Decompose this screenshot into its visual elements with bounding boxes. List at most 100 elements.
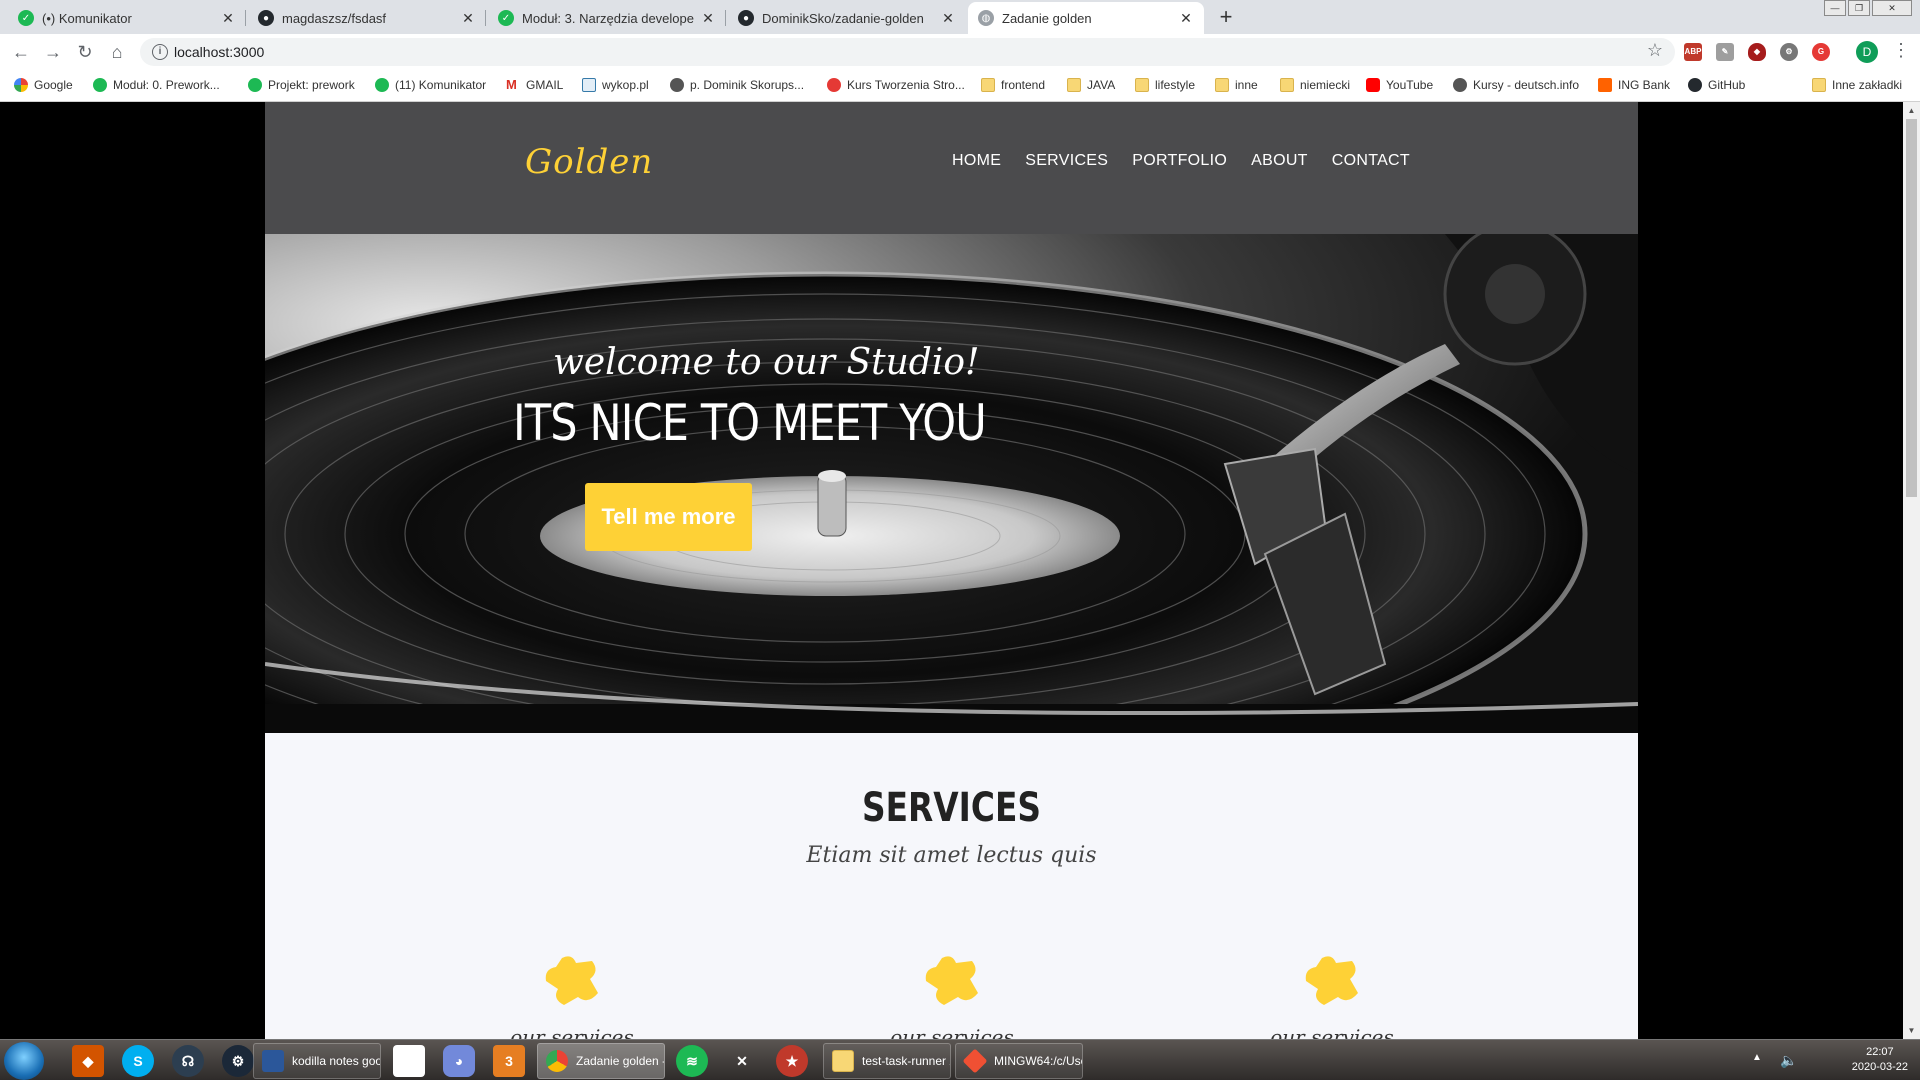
avatar[interactable]: D <box>1856 41 1878 63</box>
discord-icon[interactable]: ◕ <box>443 1045 475 1077</box>
adblock-icon[interactable]: ABP <box>1684 43 1702 61</box>
logo[interactable]: Golden <box>525 142 653 182</box>
address-bar[interactable]: i localhost:3000 ☆ <box>140 38 1675 66</box>
service-item: our services <box>1242 953 1422 1039</box>
steam-icon[interactable]: ⚙ <box>222 1045 254 1077</box>
services-title: SERVICES <box>862 785 1041 831</box>
show-hidden-icons-icon[interactable]: ▲ <box>1752 1052 1762 1063</box>
bookmark-komunikator[interactable]: (11) Komunikator <box>375 78 486 92</box>
forward-button[interactable]: → <box>42 41 64 63</box>
word-icon <box>262 1050 284 1072</box>
nav-contact[interactable]: CONTACT <box>1332 152 1410 170</box>
nav-home[interactable]: HOME <box>952 152 1001 170</box>
bookmark-folder-lifestyle[interactable]: lifestyle <box>1135 78 1195 92</box>
globe-icon <box>1453 78 1467 92</box>
gear-icon[interactable]: ⚙ <box>1780 43 1798 61</box>
tab-title: (•) Komunikator <box>42 10 132 26</box>
reload-button[interactable]: ↻ <box>74 41 96 63</box>
tab-komunikator[interactable]: ✓ (•) Komunikator ✕ <box>8 2 246 34</box>
tab-zadanie-golden[interactable]: ◍ Zadanie golden ✕ <box>968 2 1204 34</box>
green-circle-icon <box>93 78 107 92</box>
nav-portfolio[interactable]: PORTFOLIO <box>1132 152 1227 170</box>
app-icon[interactable]: 3 <box>493 1045 525 1077</box>
folder-icon <box>981 78 995 92</box>
nav-services[interactable]: SERVICES <box>1025 152 1108 170</box>
scroll-down-icon[interactable]: ▼ <box>1903 1022 1920 1039</box>
scrollbar-thumb[interactable] <box>1906 119 1917 497</box>
taskbar-item-word[interactable]: kodilla notes goo... <box>253 1043 381 1079</box>
bookmark-folder-java[interactable]: JAVA <box>1067 78 1115 92</box>
minimize-button[interactable]: — <box>1824 0 1846 16</box>
scroll-up-icon[interactable]: ▲ <box>1903 102 1920 119</box>
bookmark-kurs[interactable]: Kurs Tworzenia Stro... <box>827 78 965 92</box>
green-circle-icon <box>375 78 389 92</box>
turntable-image <box>265 234 1638 733</box>
restore-button[interactable]: ❐ <box>1848 0 1870 16</box>
bookmark-modul-0[interactable]: Moduł: 0. Prework... <box>93 78 220 92</box>
start-button[interactable] <box>4 1042 44 1080</box>
close-icon[interactable]: ✕ <box>1178 10 1194 27</box>
bookmark-google[interactable]: Google <box>14 78 73 92</box>
service-item: our services <box>862 953 1042 1039</box>
bookmark-star-icon[interactable]: ☆ <box>1647 40 1663 61</box>
bookmark-folder-frontend[interactable]: frontend <box>981 78 1045 92</box>
hero-title: ITS NICE TO MEET YOU <box>513 394 987 452</box>
menu-icon[interactable]: ⋮ <box>1892 40 1910 61</box>
clock[interactable]: 22:07 2020-03-22 <box>1852 1045 1908 1075</box>
taskbar-item-chrome[interactable]: Zadanie golden - ... <box>537 1043 665 1079</box>
browser-toolbar: ← → ↻ ⌂ i localhost:3000 ☆ ABP ✎ ◆ ⚙ G D… <box>0 34 1920 70</box>
tab-title: magdaszsz/fsdasf <box>282 10 387 26</box>
bookmark-wykop[interactable]: wykop.pl <box>582 78 649 92</box>
bookmark-folder-niemiecki[interactable]: niemiecki <box>1280 78 1350 92</box>
brave-icon[interactable]: ◆ <box>72 1045 104 1077</box>
green-circle-icon <box>248 78 262 92</box>
pdf-extension-icon[interactable]: ✎ <box>1716 43 1734 61</box>
services-subtitle: Etiam sit amet lectus quis <box>806 843 1097 868</box>
bookmark-projekt[interactable]: Projekt: prework <box>248 78 355 92</box>
chrome-icon <box>546 1050 568 1072</box>
folder-icon <box>1280 78 1294 92</box>
pokerstars-icon[interactable]: ★ <box>776 1045 808 1077</box>
url-text[interactable]: localhost:3000 <box>174 44 264 60</box>
teamspeak-icon[interactable]: ☊ <box>172 1045 204 1077</box>
taskbar-item-explorer[interactable]: test-task-runner z... <box>823 1043 951 1079</box>
back-button[interactable]: ← <box>10 41 32 63</box>
bookmark-folder-inne[interactable]: inne <box>1215 78 1258 92</box>
close-icon[interactable]: ✕ <box>220 10 236 27</box>
bookmark-other[interactable]: Inne zakładki <box>1812 78 1902 92</box>
taskbar-item-git-bash[interactable]: MINGW64:/c/Use... <box>955 1043 1083 1079</box>
page-scrollbar[interactable]: ▲ ▼ <box>1903 102 1920 1039</box>
bookmark-youtube[interactable]: YouTube <box>1366 78 1433 92</box>
puzzle-icon <box>925 956 978 1005</box>
tell-me-more-button[interactable]: Tell me more <box>585 483 752 551</box>
volume-icon[interactable]: 🔈 <box>1780 1052 1797 1069</box>
close-window-button[interactable]: ✕ <box>1872 0 1912 16</box>
tab-zadanie-golden-repo[interactable]: ● DominikSko/zadanie-golden ✕ <box>728 2 966 34</box>
skype-icon[interactable]: S <box>122 1045 154 1077</box>
bookmark-ing[interactable]: ING Bank <box>1598 78 1670 92</box>
spotify-icon[interactable]: ≋ <box>676 1045 708 1077</box>
github-icon <box>1688 78 1702 92</box>
git-icon <box>962 1048 988 1074</box>
hero-welcome-text: welcome to our Studio! <box>553 342 980 383</box>
app-icon[interactable]: ✕ <box>726 1045 758 1077</box>
wykop-icon <box>582 78 596 92</box>
home-button[interactable]: ⌂ <box>106 41 128 63</box>
service-label: our services <box>510 1025 634 1039</box>
close-icon[interactable]: ✕ <box>940 10 956 27</box>
new-tab-button[interactable]: + <box>1213 5 1239 31</box>
folder-icon <box>832 1050 854 1072</box>
close-icon[interactable]: ✕ <box>460 10 476 27</box>
grammarly-icon[interactable]: G <box>1812 43 1830 61</box>
tab-modul-3[interactable]: ✓ Moduł: 3. Narzędzia developersk ✕ <box>488 2 726 34</box>
bookmark-gmail[interactable]: M GMAIL <box>506 78 563 93</box>
bookmark-github[interactable]: GitHub <box>1688 78 1745 92</box>
tab-magdaszsz[interactable]: ● magdaszsz/fsdasf ✕ <box>248 2 486 34</box>
bookmark-dominik[interactable]: p. Dominik Skorups... <box>670 78 804 92</box>
info-icon[interactable]: i <box>152 44 168 60</box>
ublock-icon[interactable]: ◆ <box>1748 43 1766 61</box>
nav-about[interactable]: ABOUT <box>1251 152 1308 170</box>
bookmark-deutsch[interactable]: Kursy - deutsch.info <box>1453 78 1579 92</box>
file-icon[interactable] <box>393 1045 425 1077</box>
close-icon[interactable]: ✕ <box>700 10 716 27</box>
